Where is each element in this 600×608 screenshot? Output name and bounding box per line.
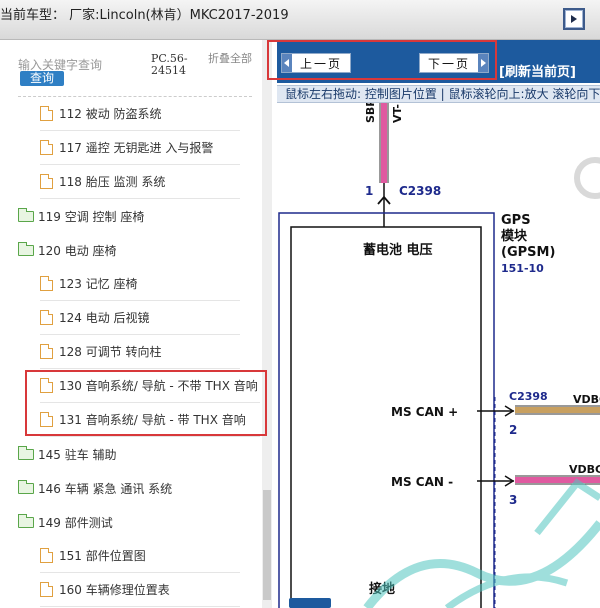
tree-item-label: 160 车辆修理位置表 [59,583,170,597]
tree-folder[interactable]: 119 空调 控制 座椅 [18,199,258,233]
file-icon [40,344,53,359]
pin1-number: 1 [365,184,373,198]
file-icon [40,310,53,325]
tree-folder[interactable]: 149 部件测试 [18,505,258,539]
fold-all-button[interactable]: 折叠全部 [208,53,252,65]
pin2-number: 2 [509,423,517,437]
battery-voltage-label: 蓄电池 电压 [363,242,433,258]
wire-label-vtf: VT-F [391,103,404,123]
folder-icon [18,207,34,222]
tree-folder[interactable]: 145 驻车 辅助 [18,437,258,471]
folder-icon [18,241,34,256]
pin3-number: 3 [509,493,517,507]
file-icon [40,174,53,189]
folder-icon [18,445,34,460]
watermark-stroke [444,573,569,608]
tree-item[interactable]: 123 记忆 座椅 [40,267,240,301]
wire-label-vdbg-1: VDBG [573,393,600,406]
tree-item-label: 112 被动 防盗系统 [59,107,162,121]
sidebar-scrollbar[interactable] [262,40,272,608]
tree-item-label: 117 遥控 无钥匙进 入与报警 [59,141,214,155]
diagram-svg: SBP VT-F 1 C2398 GPS 模块 (GPSM) 151-10 蓄电… [278,103,600,608]
watermark [363,478,600,608]
module-name-line2: 模块 [501,228,528,244]
tree-item[interactable]: 112 被动 防盗系统 [40,97,240,131]
tree-item-label: 128 可调节 转向柱 [59,345,162,359]
tree-item-label: 124 电动 后视镜 [59,311,150,325]
logo-watermark-icon [574,157,600,199]
folder-icon [18,479,34,494]
tree-folder[interactable]: 120 电动 座椅 [18,233,258,267]
wire-tan [515,407,600,413]
wire-pink-right [515,477,600,483]
watermark-stroke [534,478,600,536]
tree-item[interactable]: 128 可调节 转向柱 [40,335,240,369]
wire-label-vdbg-2: VDBG [569,463,600,476]
tree-folder-label: 120 电动 座椅 [38,243,117,258]
connector-top-label: C2398 [399,184,441,198]
tree-item[interactable]: 151 部件位置图 [40,539,240,573]
tree-item[interactable]: 160 车辆修理位置表 [40,573,240,607]
restore-icon[interactable] [563,8,585,30]
pc-number: PC.56-24514 [151,52,188,77]
wiring-diagram[interactable]: SBP VT-F 1 C2398 GPS 模块 (GPSM) 151-10 蓄电… [277,103,600,608]
file-icon [40,106,53,121]
tree-item-label: 123 记忆 座椅 [59,277,138,291]
file-icon [40,276,53,291]
tree-folder-label: 146 车辆 紧急 通讯 系统 [38,481,173,496]
hint-bar: 鼠标左右拖动: 控制图片位置 | 鼠标滚轮向上:放大 滚轮向下 [277,85,600,103]
module-ref: 151-10 [501,262,544,275]
refresh-button[interactable]: [刷新当前页] [499,61,576,80]
module-outline [278,212,495,608]
wire-pink-top [381,103,387,183]
window-title: 当前车型： 厂家:Lincoln(林肯）MKC2017-2019 [0,8,289,23]
file-icon [40,140,53,155]
file-icon [40,582,53,597]
ms-can-minus-label: MS CAN - [391,475,453,489]
tree-item-label: 118 胎压 监测 系统 [59,175,166,189]
tree-folder-label: 145 驻车 辅助 [38,447,117,462]
folder-icon [18,513,34,528]
scrollbar-thumb[interactable] [263,490,271,600]
highlight-box-nav [267,40,497,80]
tree-item-label: 151 部件位置图 [59,549,146,563]
tree-item[interactable]: 118 胎压 监测 系统 [40,165,240,199]
wire-label-sbp: SBP [364,103,377,123]
tree-item[interactable]: 117 遥控 无钥匙进 入与报警 [40,131,240,165]
watermark-stroke [363,520,600,608]
highlight-box-audio-items [25,370,267,436]
connector-right-label: C2398 [509,390,548,403]
tree-item[interactable]: 124 电动 后视镜 [40,301,240,335]
tree-folder[interactable]: 146 车辆 紧急 通讯 系统 [18,471,258,505]
ms-can-plus-label: MS CAN + [391,405,458,419]
title-bar: 当前车型： 厂家:Lincoln(林肯）MKC2017-2019 [0,0,600,40]
file-icon [40,548,53,563]
tree-folder-label: 149 部件测试 [38,515,113,530]
canvas-scroll-handle[interactable] [289,598,331,608]
module-name-line1: GPS [501,213,531,228]
tree-folder-label: 119 空调 控制 座椅 [38,209,145,224]
search-button[interactable]: 查询 [20,71,64,86]
module-name-line3: (GPSM) [501,245,555,260]
sidebar: 输入关键字查询 查询 PC.56-24514 折叠全部 112 被动 防盗系统 … [0,40,272,608]
